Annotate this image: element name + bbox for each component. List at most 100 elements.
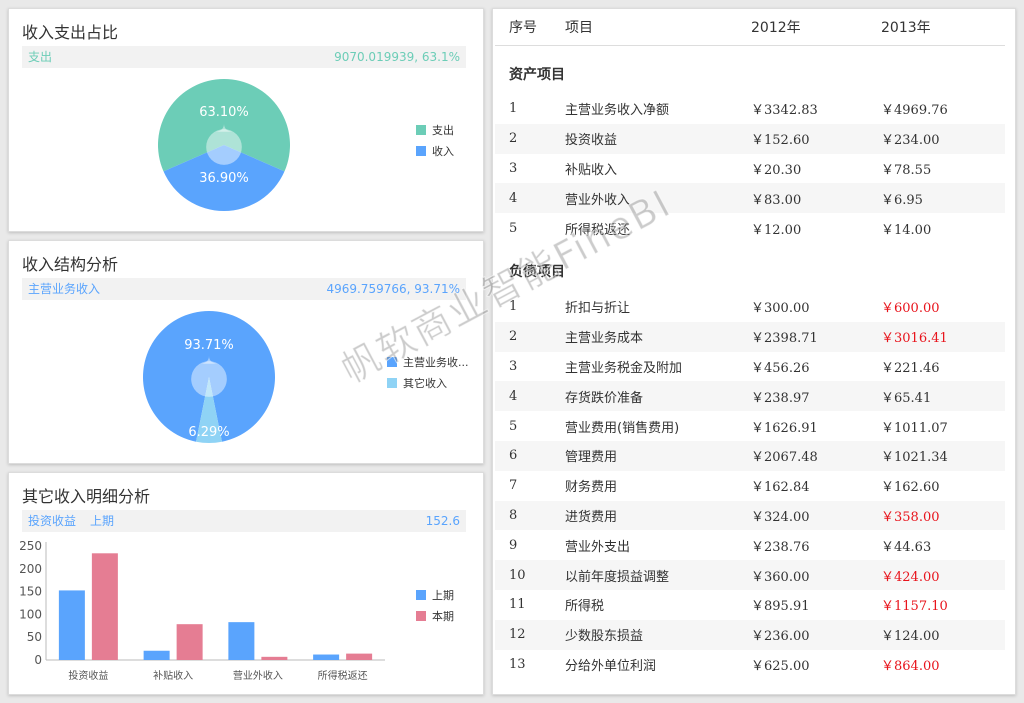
cell-item: 营业费用(销售费用) (565, 420, 680, 436)
cell-2012: ￥1626.91 (751, 420, 818, 436)
legend-item[interactable]: 其它收入 (387, 372, 469, 393)
header-item[interactable]: 项目 (565, 9, 751, 46)
table-row[interactable]: 10 以前年度损益调整 ￥360.00 ￥424.00 (495, 560, 1005, 590)
cell-no: 5 (509, 220, 518, 236)
y-tick-label: 250 (19, 539, 42, 553)
bar (346, 653, 373, 660)
pie-center-highlight (191, 361, 227, 397)
table-row[interactable]: 11 所得税 ￥895.91 ￥1157.10 (495, 590, 1005, 620)
pie-slice-label: 6.29% (188, 425, 229, 440)
x-tick-label: 补贴收入 (153, 669, 193, 682)
table-row[interactable]: 4 营业外收入 ￥83.00 ￥6.95 (495, 183, 1005, 214)
cell-2013: ￥4969.76 (881, 103, 948, 119)
cell-2012: ￥20.30 (751, 162, 802, 178)
cell-2013: ￥1157.10 (881, 599, 948, 615)
section-liabilities-title: 负债项目 (509, 264, 565, 281)
table-row[interactable]: 3 补贴收入 ￥20.30 ￥78.55 (495, 154, 1005, 184)
pie-chart[interactable]: 63.10% 36.90% (9, 9, 485, 233)
cell-no: 11 (509, 597, 526, 613)
y-tick-label: 150 (19, 585, 42, 599)
table-row[interactable]: 6 管理费用 ￥2067.48 ￥1021.34 (495, 440, 1005, 471)
header-no[interactable]: 序号 (495, 9, 565, 46)
bar (261, 656, 288, 660)
table-row[interactable]: 7 财务费用 ￥162.84 ￥162.60 (495, 471, 1005, 501)
table-row[interactable]: 2 主营业务成本 ￥2398.71 ￥3016.41 (495, 321, 1005, 352)
table-row[interactable]: 4 存货跌价准备 ￥238.97 ￥65.41 (495, 381, 1005, 412)
cell-no: 8 (495, 500, 565, 531)
chart-legend: 主营业务收... 其它收入 (387, 351, 469, 393)
bar (176, 624, 203, 660)
table-row[interactable]: 5 营业费用(销售费用) ￥1626.91 ￥1011.07 (495, 411, 1005, 441)
cell-item: 进货费用 (565, 500, 751, 531)
y-tick-label: 50 (27, 630, 42, 644)
cell-item: 主营业务收入净额 (565, 103, 670, 119)
table-row[interactable]: 1 折扣与折让 ￥300.00 ￥600.00 (495, 292, 1005, 322)
table-row[interactable]: 1 主营业务收入净额 ￥3342.83 ￥4969.76 (495, 94, 1005, 124)
income-expense-card: 收入支出占比 支出 9070.019939, 63.1% 63.10% 36.90… (8, 8, 484, 232)
cell-no: 4 (495, 183, 565, 214)
cell-2012: ￥895.91 (751, 599, 810, 615)
table-row[interactable]: 5 所得税返还 ￥12.00 ￥14.00 (495, 213, 1005, 243)
table-row[interactable]: 9 营业外支出 ￥238.76 ￥44.63 (495, 530, 1005, 560)
pie-slice-label: 63.10% (199, 105, 249, 120)
bar (228, 622, 255, 660)
header-2013[interactable]: 2013年 (881, 9, 1005, 46)
cell-no: 6 (495, 440, 565, 471)
table-row[interactable]: 8 进货费用 ￥324.00 ￥358.00 (495, 500, 1005, 531)
cell-2012: ￥2067.48 (751, 440, 881, 471)
x-tick-label: 所得税返还 (318, 669, 368, 682)
cell-item: 投资收益 (565, 123, 751, 154)
cell-item: 补贴收入 (565, 162, 618, 178)
cell-no: 9 (509, 537, 518, 553)
cell-2012: ￥238.97 (751, 381, 881, 412)
cell-item: 主营业务税金及附加 (565, 360, 683, 376)
table-row[interactable]: 12 少数股东损益 ￥236.00 ￥124.00 (495, 619, 1005, 650)
cell-no: 10 (495, 560, 565, 590)
y-tick-label: 100 (19, 607, 42, 621)
bar-chart[interactable]: 0 50 100 150 200 250 投资收益 补贴收入 营业外收入 所得税返还 (9, 473, 485, 696)
cell-2012: ￥324.00 (751, 500, 881, 531)
cell-no: 7 (509, 478, 518, 494)
cell-2013: ￥424.00 (881, 560, 1005, 590)
legend-item[interactable]: 主营业务收... (387, 351, 469, 372)
cell-2013: ￥78.55 (881, 162, 932, 178)
cell-2012: ￥12.00 (751, 222, 802, 238)
table-header-row: 序号 项目 2012年 2013年 (495, 9, 1005, 46)
table-row[interactable]: 2 投资收益 ￥152.60 ￥234.00 (495, 123, 1005, 154)
cell-2012: ￥152.60 (751, 123, 881, 154)
header-2012[interactable]: 2012年 (751, 9, 881, 46)
y-tick-label: 200 (19, 562, 42, 576)
cell-2012: ￥2398.71 (751, 321, 881, 352)
cell-no: 5 (509, 418, 518, 434)
cell-2012: ￥83.00 (751, 183, 881, 214)
table-row[interactable]: 13 分给外单位利润 ￥625.00 ￥864.00 (495, 650, 1005, 680)
bar (313, 654, 340, 660)
cell-no: 13 (509, 656, 526, 672)
legend-item[interactable]: 本期 (416, 605, 454, 626)
cell-2012: ￥300.00 (751, 301, 810, 317)
cell-2012: ￥360.00 (751, 560, 881, 590)
cell-2013: ￥65.41 (881, 381, 1005, 412)
legend-item[interactable]: 支出 (416, 119, 454, 140)
cell-item: 存货跌价准备 (565, 381, 751, 412)
cell-item: 少数股东损益 (565, 619, 751, 650)
cell-2013: ￥358.00 (881, 500, 1005, 531)
cell-no: 4 (495, 381, 565, 412)
cell-2013: ￥1021.34 (881, 440, 1005, 471)
legend-item[interactable]: 上期 (416, 584, 454, 605)
cell-no: 3 (509, 160, 518, 176)
pie-slice-label: 36.90% (199, 171, 249, 186)
cell-item: 主营业务成本 (565, 321, 751, 352)
table-row[interactable]: 3 主营业务税金及附加 ￥456.26 ￥221.46 (495, 352, 1005, 382)
cell-2013: ￥124.00 (881, 619, 1005, 650)
y-tick-label: 0 (34, 653, 42, 667)
cell-2013: ￥234.00 (881, 123, 1005, 154)
cell-2012: ￥238.76 (751, 539, 810, 555)
cell-2012: ￥456.26 (751, 360, 810, 376)
cell-2012: ￥3342.83 (751, 103, 818, 119)
cell-2012: ￥162.84 (751, 480, 810, 496)
legend-item[interactable]: 收入 (416, 140, 454, 161)
section-row: 资产项目 (495, 45, 1005, 94)
cell-2013: ￥6.95 (881, 183, 1005, 214)
cell-no: 2 (495, 321, 565, 352)
